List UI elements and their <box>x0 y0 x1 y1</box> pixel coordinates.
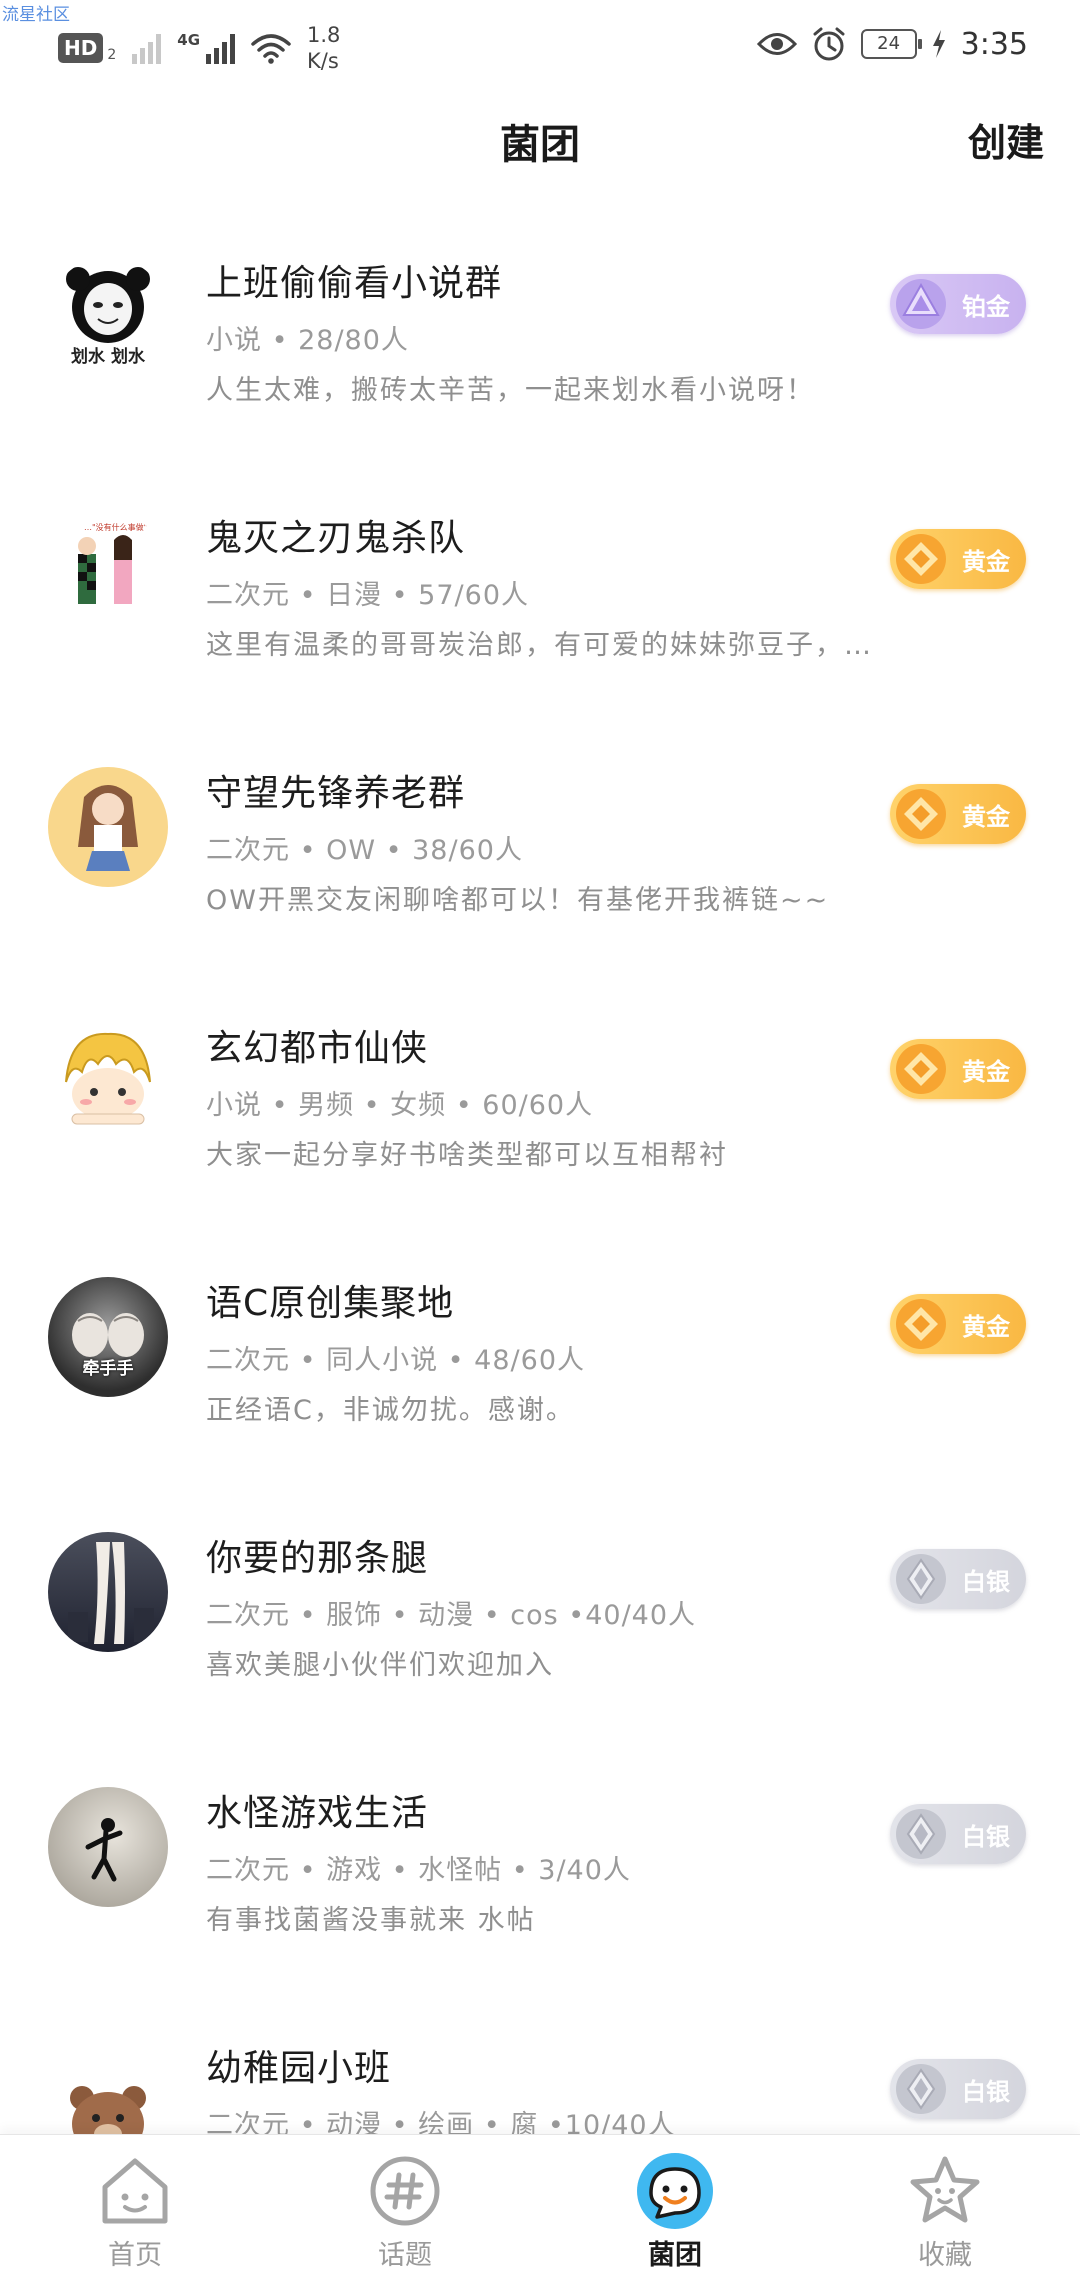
group-name: 鬼灭之刃鬼杀队 <box>206 518 466 559</box>
home-icon <box>102 2158 168 2224</box>
tier-badge-gold: 黄金 <box>890 529 1026 589</box>
group-item[interactable]: 牵手手 语C原创集聚地 二次元 • 同人小说 • 48/60人 正经语C，非诚勿… <box>0 1232 1080 1487</box>
group-avatar: 牵手手 <box>48 1277 168 1397</box>
group-description: 人生太难，搬砖太辛苦，一起来划水看小说呀！ <box>206 375 815 406</box>
page-header: 菌团 创建 <box>0 92 1080 212</box>
group-avatar: …"没有什么事做" <box>48 512 168 632</box>
silver-gem-icon <box>896 1809 946 1859</box>
group-meta: 二次元 • OW • 38/60人 <box>206 835 523 866</box>
badge-label: 白银 <box>962 2077 1010 2106</box>
group-item[interactable]: 划水 划水 上班偷偷看小说群 小说 • 28/80人 人生太难，搬砖太辛苦，一起… <box>0 212 1080 467</box>
group-meta: 小说 • 男频 • 女频 • 60/60人 <box>206 1090 594 1121</box>
group-description: 有事找菌酱没事就来 水帖 <box>206 1905 536 1936</box>
group-meta: 小说 • 28/80人 <box>206 325 409 356</box>
group-list: 划水 划水 上班偷偷看小说群 小说 • 28/80人 人生太难，搬砖太辛苦，一起… <box>0 212 1080 2252</box>
tier-badge-silver: 白银 <box>890 1549 1026 1609</box>
gold-gem-icon <box>896 1044 946 1094</box>
nav-item-topics[interactable]: 话题 <box>270 2135 540 2280</box>
nav-label: 收藏 <box>918 2240 972 2271</box>
avatar-caption: 牵手手 <box>82 1359 134 1379</box>
group-avatar: 划水 划水 <box>48 257 168 377</box>
badge-label: 黄金 <box>962 1312 1010 1341</box>
group-meta: 二次元 • 游戏 • 水怪帖 • 3/40人 <box>206 1855 631 1886</box>
group-description: 正经语C，非诚勿扰。感谢。 <box>206 1395 575 1426</box>
network-type: 4G <box>177 31 201 49</box>
group-meta: 二次元 • 同人小说 • 48/60人 <box>206 1345 585 1376</box>
gold-gem-icon <box>896 1299 946 1349</box>
wifi-icon <box>251 34 291 64</box>
clock: 3:35 <box>960 26 1028 62</box>
group-avatar <box>48 1532 168 1652</box>
group-name: 上班偷偷看小说群 <box>206 263 503 304</box>
group-description: 这里有温柔的哥哥炭治郎，有可爱的妹妹弥豆子，… <box>206 630 873 661</box>
badge-label: 黄金 <box>962 802 1010 831</box>
hashtag-icon <box>370 2156 440 2226</box>
group-meta: 二次元 • 日漫 • 57/60人 <box>206 580 529 611</box>
status-bar: HD 2 4G 1.8 K/s 24 3:35 <box>0 0 1080 92</box>
badge-label: 铂金 <box>962 292 1010 321</box>
nav-item-home[interactable]: 首页 <box>0 2135 270 2280</box>
group-name: 你要的那条腿 <box>206 1538 429 1579</box>
group-item[interactable]: 守望先锋养老群 二次元 • OW • 38/60人 OW开黑交友闲聊啥都可以！有… <box>0 722 1080 977</box>
silver-gem-icon <box>896 2064 946 2114</box>
nav-label: 菌团 <box>648 2240 702 2271</box>
signal-sim2-icon <box>206 32 236 64</box>
charging-icon <box>932 30 945 58</box>
gold-gem-icon <box>896 534 946 584</box>
star-icon <box>910 2156 980 2223</box>
badge-label: 白银 <box>962 1822 1010 1851</box>
alarm-icon <box>813 27 845 61</box>
page-title: 菌团 <box>500 122 580 168</box>
gold-gem-icon <box>896 789 946 839</box>
badge-label: 白银 <box>962 1567 1010 1596</box>
group-name: 水怪游戏生活 <box>206 1793 429 1834</box>
group-item[interactable]: …"没有什么事做" 鬼灭之刃鬼杀队 二次元 • 日漫 • 57/60人 这里有温… <box>0 467 1080 722</box>
watermark: 流星社区 <box>2 5 70 25</box>
battery-indicator: 24 <box>860 29 922 59</box>
tier-badge-silver: 白银 <box>890 1804 1026 1864</box>
tier-badge-gold: 黄金 <box>890 1294 1026 1354</box>
avatar-caption: 划水 划水 <box>71 347 145 367</box>
nav-item-groups[interactable]: 菌团 <box>540 2135 810 2280</box>
nav-label: 话题 <box>378 2240 432 2271</box>
group-item[interactable]: 玄幻都市仙侠 小说 • 男频 • 女频 • 60/60人 大家一起分享好书啥类型… <box>0 977 1080 1232</box>
hd-sim-index: 2 <box>107 47 117 63</box>
svg-text:…"没有什么事做": …"没有什么事做" <box>84 522 147 532</box>
platinum-gem-icon <box>896 279 946 329</box>
network-speed: 1.8 K/s <box>307 23 341 73</box>
silver-gem-icon <box>896 1554 946 1604</box>
group-name: 幼稚园小班 <box>206 2048 392 2089</box>
group-description: 大家一起分享好书啥类型都可以互相帮衬 <box>206 1140 728 1171</box>
group-item[interactable]: 水怪游戏生活 二次元 • 游戏 • 水怪帖 • 3/40人 有事找菌酱没事就来 … <box>0 1742 1080 1997</box>
nav-item-favorites[interactable]: 收藏 <box>810 2135 1080 2280</box>
group-avatar <box>48 1787 168 1907</box>
group-description: 喜欢美腿小伙伴们欢迎加入 <box>206 1650 554 1681</box>
group-description: OW开黑交友闲聊啥都可以！有基佬开我裤链~~ <box>206 885 830 916</box>
badge-label: 黄金 <box>962 547 1010 576</box>
signal-sim1-icon <box>132 32 162 64</box>
tier-badge-gold: 黄金 <box>890 784 1026 844</box>
nav-label: 首页 <box>108 2240 162 2271</box>
group-meta: 二次元 • 服饰 • 动漫 • cos •40/40人 <box>206 1600 697 1631</box>
group-name: 守望先锋养老群 <box>206 773 466 814</box>
badge-label: 黄金 <box>962 1057 1010 1086</box>
group-avatar <box>48 1022 168 1142</box>
group-avatar <box>48 767 168 887</box>
smiley-icon <box>637 2153 713 2229</box>
tier-badge-silver: 白银 <box>890 2059 1026 2119</box>
bottom-nav: 首页 话题 菌团 收藏 <box>0 2134 1080 2280</box>
group-name: 玄幻都市仙侠 <box>206 1028 429 1069</box>
hd-indicator: HD <box>58 33 104 63</box>
group-name: 语C原创集聚地 <box>206 1283 455 1324</box>
create-button[interactable]: 创建 <box>968 112 1044 167</box>
tier-badge-platinum: 铂金 <box>890 274 1026 334</box>
group-item[interactable]: 你要的那条腿 二次元 • 服饰 • 动漫 • cos •40/40人 喜欢美腿小… <box>0 1487 1080 1742</box>
eye-icon <box>756 33 797 55</box>
tier-badge-gold: 黄金 <box>890 1039 1026 1099</box>
